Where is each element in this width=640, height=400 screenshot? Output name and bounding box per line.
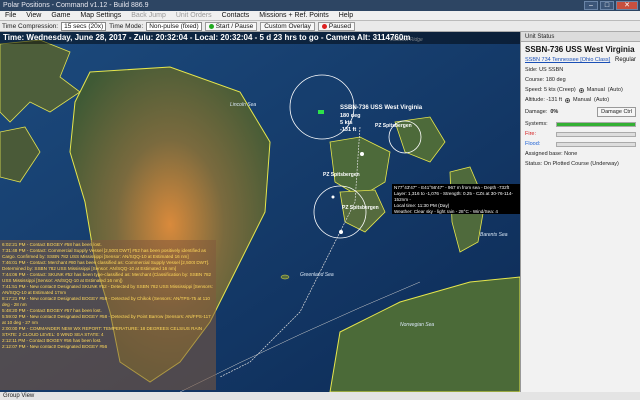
- damage-control-button[interactable]: Damage Ctrl: [597, 107, 636, 117]
- altitude-manual-label: Manual: [573, 97, 592, 103]
- unit-label-speed: 5 kts: [340, 120, 353, 126]
- log-entry: 8:17:21 PM - New contact! Designated BOG…: [2, 296, 210, 307]
- flood-label: Flood:: [525, 141, 541, 147]
- speed-manual-label: Manual: [586, 87, 605, 93]
- window-title: Polar Positions - Command v1.12 - Build …: [3, 2, 149, 9]
- unit-marker-2: [339, 230, 343, 234]
- log-entry: 7:44:06 PM - Contact: SKUNK #52 has been…: [2, 272, 212, 283]
- side-label: Side: US SSBN: [525, 67, 564, 73]
- time-mode-select[interactable]: Non-pulse (fixed): [146, 21, 202, 31]
- map-label-lincoln-sea: Lincoln Sea: [230, 102, 257, 108]
- unit-marker-ssbn: [360, 152, 364, 156]
- unit-label-main[interactable]: SSBN-736 USS West Virginia: [340, 105, 422, 111]
- menu-view[interactable]: View: [21, 12, 46, 19]
- time-mode-label: Time Mode:: [109, 22, 144, 30]
- menu-unit-orders[interactable]: Unit Orders: [171, 12, 217, 19]
- altitude-manual-radio[interactable]: [565, 97, 570, 103]
- altitude-label: Altitude: -131 ft: [525, 97, 562, 103]
- unit-class-link[interactable]: SSBN 734 Tennessee [Ohio Class]: [525, 57, 610, 63]
- systems-bar-fill: [557, 122, 635, 126]
- menu-contacts[interactable]: Contacts: [217, 12, 255, 19]
- log-entry: 2:00:00 PM - COMMANDER NEW WX REPORT: TE…: [2, 326, 203, 337]
- log-entry: 2:12:07 PM - New contact! Designated BOG…: [2, 344, 108, 349]
- fire-bar: [556, 131, 636, 137]
- log-entry: 7:31:48 PM - Contact: Commercial Supply …: [2, 248, 207, 259]
- tooltip-line-2: Layer: 1,316 to -1,076 - Strength: 0.25 …: [394, 191, 513, 202]
- map-label-greenland-sea: Greenland Sea: [300, 272, 334, 278]
- paused-label: Paused: [328, 22, 351, 30]
- proficiency-label: Regular: [614, 57, 636, 63]
- systems-bar: [556, 121, 636, 127]
- menu-game[interactable]: Game: [46, 12, 75, 19]
- damage-value: 0%: [550, 109, 559, 115]
- maximize-button[interactable]: □: [600, 1, 614, 10]
- custom-overlay-button[interactable]: Custom Overlay: [260, 21, 315, 31]
- systems-label: Systems:: [525, 121, 548, 127]
- time-compression-label: Time Compression:: [2, 22, 59, 30]
- close-button[interactable]: ✕: [616, 1, 638, 10]
- tooltip-line-4: Weather: Clear sky - light rain - 28°C -…: [394, 209, 498, 214]
- map-label-norwegian-sea: Norwegian Sea: [400, 322, 435, 328]
- log-entry: 7:41:51 PM - New contact! Designated SKU…: [2, 284, 213, 295]
- unit-marker-3: [331, 195, 335, 199]
- land-jan-mayen: [280, 274, 290, 280]
- unit-label-course: 180 deg: [340, 113, 361, 119]
- unit-name: SSBN-736 USS West Virginia: [525, 45, 635, 54]
- minimize-button[interactable]: –: [584, 1, 598, 10]
- time-compression-select[interactable]: 15 secs (20x): [61, 21, 107, 31]
- message-log[interactable]: 6:02:21 PM - Contact BOGEY #58 has been …: [0, 240, 216, 390]
- damage-label: Damage:: [525, 109, 548, 115]
- window-titlebar: Polar Positions - Command v1.12 - Build …: [0, 0, 640, 11]
- menu-bar: File View Game Map Settings Back Jump Un…: [0, 11, 640, 21]
- start-pause-button[interactable]: Start / Pause: [204, 21, 258, 31]
- start-pause-label: Start / Pause: [215, 22, 254, 30]
- speed-auto-label[interactable]: (Auto): [608, 87, 623, 93]
- unit-label-pz-3[interactable]: PZ Spitsbergen: [342, 205, 379, 211]
- speed-label: Speed: 5 kts (Creep): [525, 87, 576, 93]
- map-label-barents-sea: Barents Sea: [480, 232, 508, 238]
- menu-map-settings[interactable]: Map Settings: [75, 12, 126, 19]
- menu-missions[interactable]: Missions + Ref. Points: [254, 12, 333, 19]
- course-label: Course: 180 deg: [525, 77, 566, 83]
- log-entry: 5:59:02 PM - New contact! Designated BOG…: [2, 314, 211, 325]
- weather-tooltip: N77°43'47" - E41°56'47" - 967 m from sea…: [392, 184, 520, 214]
- menu-help[interactable]: Help: [334, 12, 358, 19]
- time-banner: Time: Wednesday, June 28, 2017 - Zulu: 2…: [0, 32, 520, 44]
- speed-manual-radio[interactable]: [578, 87, 584, 93]
- pause-status-icon: [321, 23, 327, 29]
- unit-label-pz-2[interactable]: PZ Spitsbergen: [323, 172, 360, 178]
- panel-header: Unit Status: [521, 32, 640, 42]
- assigned-base: Assigned base: None: [525, 151, 578, 157]
- paused-indicator: Paused: [317, 21, 355, 31]
- log-entry: 7:46:01 PM - Contact: Merchant #80 has b…: [2, 260, 210, 271]
- play-icon: [208, 23, 214, 29]
- flood-bar: [556, 141, 636, 147]
- unit-marker-friendly: [318, 110, 324, 114]
- toolbar: Time Compression: 15 secs (20x) Time Mod…: [0, 21, 640, 32]
- unit-status-panel: Unit Status SSBN-736 USS West Virginia S…: [520, 32, 640, 392]
- menu-file[interactable]: File: [0, 12, 21, 19]
- altitude-auto-label[interactable]: (Auto): [594, 97, 609, 103]
- unit-status: Status: On Plotted Course (Underway): [525, 161, 619, 167]
- unit-label-depth: -131 ft: [340, 127, 357, 133]
- fire-label: Fire:: [525, 131, 536, 137]
- unit-label-pz-1[interactable]: PZ Spitsbergen: [375, 123, 412, 129]
- status-bar: Group View: [0, 392, 640, 400]
- menu-back-jump[interactable]: Back Jump: [126, 12, 171, 19]
